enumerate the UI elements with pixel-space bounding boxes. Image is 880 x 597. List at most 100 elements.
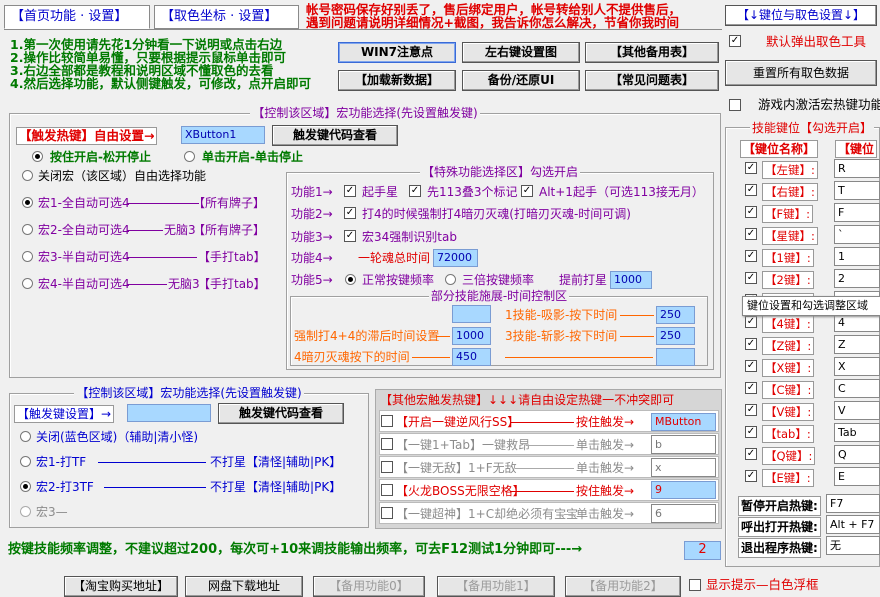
tab-color-coords[interactable]: 【取色坐标 · 设置】 bbox=[154, 5, 299, 29]
macro-off-radio[interactable] bbox=[22, 170, 33, 181]
hotkey-row-checkbox[interactable] bbox=[381, 438, 393, 450]
key-row-checkbox[interactable]: ✓ bbox=[745, 382, 757, 394]
key-row-input[interactable]: T bbox=[834, 181, 880, 200]
key-row-input[interactable]: ` bbox=[834, 225, 880, 244]
blue-hotkey-code-button[interactable]: 触发键代码查看 bbox=[218, 403, 344, 424]
timing-right-input-2[interactable] bbox=[656, 348, 695, 366]
hotkey-row-input[interactable]: 6 bbox=[651, 504, 716, 523]
timing-right-connector-0 bbox=[620, 315, 654, 316]
load-data-button[interactable]: 【加载新数据】 bbox=[338, 70, 456, 91]
mode-click-radio[interactable] bbox=[184, 151, 195, 162]
timing-left-input-0[interactable] bbox=[452, 305, 491, 323]
f3-a-checkbox[interactable]: ✓ bbox=[344, 230, 356, 242]
macro1-radio[interactable] bbox=[22, 197, 33, 208]
key-row-input[interactable]: Z bbox=[834, 335, 880, 354]
freq-input[interactable]: 2 bbox=[684, 541, 721, 560]
key-row-checkbox[interactable]: ✓ bbox=[745, 360, 757, 372]
hotkey-row-checkbox[interactable] bbox=[381, 415, 393, 427]
key-row-input[interactable]: C bbox=[834, 379, 880, 398]
blue-off-label: 关闭(蓝色区域)（辅助|清小怪) bbox=[36, 430, 199, 444]
timing-right-input-0[interactable]: 250 bbox=[656, 306, 695, 324]
key-row-checkbox[interactable]: ✓ bbox=[745, 250, 757, 262]
f1-b-checkbox[interactable]: ✓ bbox=[409, 185, 421, 197]
key-row-checkbox[interactable]: ✓ bbox=[745, 338, 757, 350]
backup-restore-button[interactable]: 备份/还原UI bbox=[462, 70, 580, 91]
key-row-input[interactable]: Tab bbox=[834, 423, 880, 442]
faq-button[interactable]: 【常见问题表】 bbox=[585, 70, 719, 91]
timing-title: 部分技能施展-时间控制区 bbox=[428, 289, 570, 303]
key-row-checkbox[interactable]: ✓ bbox=[745, 426, 757, 438]
blue-macro1-radio[interactable] bbox=[20, 456, 31, 467]
f2-a-checkbox[interactable]: ✓ bbox=[344, 207, 356, 219]
key-row-input[interactable]: E bbox=[834, 467, 880, 486]
timing-left-input-2[interactable]: 450 bbox=[452, 348, 491, 366]
key-color-settings-button[interactable]: 【↓键位与取色设置↓】 bbox=[725, 5, 877, 26]
key-tooltip: 键位设置和勾选调整区域 bbox=[742, 296, 880, 316]
exit-hotkey-input[interactable]: 无 bbox=[826, 536, 880, 555]
tab-home-settings[interactable]: 【首页功能 · 设置】 bbox=[4, 5, 150, 29]
key-row-input[interactable]: 1 bbox=[834, 247, 880, 266]
key-row-input[interactable]: 2 bbox=[834, 269, 880, 288]
f5-normal-radio[interactable] bbox=[345, 274, 356, 285]
f4-total-time-input[interactable]: 72000 bbox=[433, 249, 478, 267]
key-row-checkbox[interactable]: ✓ bbox=[745, 316, 757, 328]
spare1-button[interactable]: 【备用功能1】 bbox=[437, 576, 555, 597]
popup-color-tool-checkbox[interactable]: ✓ bbox=[729, 35, 741, 47]
blue-macro3-radio[interactable] bbox=[20, 506, 31, 517]
f1-a-checkbox[interactable]: ✓ bbox=[344, 185, 356, 197]
key-row-input[interactable]: F bbox=[834, 203, 880, 222]
spare0-button[interactable]: 【备用功能0】 bbox=[313, 576, 425, 597]
pause-hotkey-input[interactable]: F7 bbox=[826, 494, 880, 513]
macro4-radio[interactable] bbox=[22, 278, 33, 289]
hotkey-row-input[interactable]: MButton bbox=[651, 413, 716, 431]
hotkey-row-checkbox[interactable] bbox=[381, 461, 393, 473]
netdisk-button[interactable]: 网盘下载地址 bbox=[185, 576, 303, 597]
hotkey-row-action: 单击触发→ bbox=[576, 507, 635, 521]
f3-label: 功能3→ bbox=[291, 230, 333, 244]
key-row-input[interactable]: Q bbox=[834, 445, 880, 464]
f5-prestar-input[interactable]: 1000 bbox=[610, 271, 652, 289]
lr-key-diagram-button[interactable]: 左右键设置图 bbox=[462, 42, 580, 63]
key-row-input[interactable]: R bbox=[834, 159, 880, 178]
blue-macro2-tail: 不打星【清怪|辅助|PK】 bbox=[210, 480, 342, 494]
macro2-radio[interactable] bbox=[22, 224, 33, 235]
key-row-checkbox[interactable]: ✓ bbox=[745, 162, 757, 174]
f5-triple-radio[interactable] bbox=[445, 274, 456, 285]
main-hotkey-code-button[interactable]: 触发键代码查看 bbox=[272, 125, 398, 146]
f1-a-label: 起手星 bbox=[362, 185, 399, 199]
macro3-connector bbox=[127, 257, 197, 258]
blue-macro2-radio[interactable] bbox=[20, 481, 31, 492]
hotkey-row-checkbox[interactable] bbox=[381, 484, 393, 496]
reset-color-data-button[interactable]: 重置所有取色数据 bbox=[725, 60, 877, 86]
key-row-checkbox[interactable]: ✓ bbox=[745, 184, 757, 196]
key-row-checkbox[interactable]: ✓ bbox=[745, 228, 757, 240]
spare2-button[interactable]: 【备用功能2】 bbox=[565, 576, 681, 597]
hotkey-row-input[interactable]: b bbox=[651, 435, 716, 454]
mode-hold-radio[interactable] bbox=[32, 151, 43, 162]
f1-c-checkbox[interactable]: ✓ bbox=[521, 185, 533, 197]
main-hotkey-input[interactable]: XButton1 bbox=[181, 126, 265, 144]
blue-hotkey-input[interactable] bbox=[127, 404, 211, 422]
key-row-checkbox[interactable]: ✓ bbox=[745, 206, 757, 218]
timing-left-input-1[interactable]: 1000 bbox=[452, 327, 491, 345]
hotkey-row-input[interactable]: x bbox=[651, 458, 716, 477]
call-hotkey-input[interactable]: Alt + F7 bbox=[826, 515, 880, 534]
popup-color-tool-label: 默认弹出取色工具 bbox=[766, 34, 867, 49]
hotkey-row-input[interactable]: 9 bbox=[651, 481, 716, 499]
macro3-radio[interactable] bbox=[22, 251, 33, 262]
ingame-hotkey-checkbox[interactable] bbox=[729, 99, 741, 111]
key-row-input[interactable]: X bbox=[834, 357, 880, 376]
timing-right-label-0: 1技能-吸影-按下时间 bbox=[505, 308, 618, 322]
key-row-checkbox[interactable]: ✓ bbox=[745, 404, 757, 416]
other-tables-button[interactable]: 【其他备用表】 bbox=[585, 42, 719, 63]
key-row-checkbox[interactable]: ✓ bbox=[745, 272, 757, 284]
show-tip-checkbox[interactable] bbox=[689, 579, 701, 591]
blue-off-radio[interactable] bbox=[20, 431, 31, 442]
win7-notes-button[interactable]: WIN7注意点 bbox=[338, 42, 456, 63]
taobao-button[interactable]: 【淘宝购买地址】 bbox=[64, 576, 178, 597]
key-row-input[interactable]: V bbox=[834, 401, 880, 420]
timing-right-input-1[interactable]: 250 bbox=[656, 327, 695, 345]
hotkey-row-checkbox[interactable] bbox=[381, 507, 393, 519]
key-row-checkbox[interactable]: ✓ bbox=[745, 470, 757, 482]
key-row-checkbox[interactable]: ✓ bbox=[745, 448, 757, 460]
